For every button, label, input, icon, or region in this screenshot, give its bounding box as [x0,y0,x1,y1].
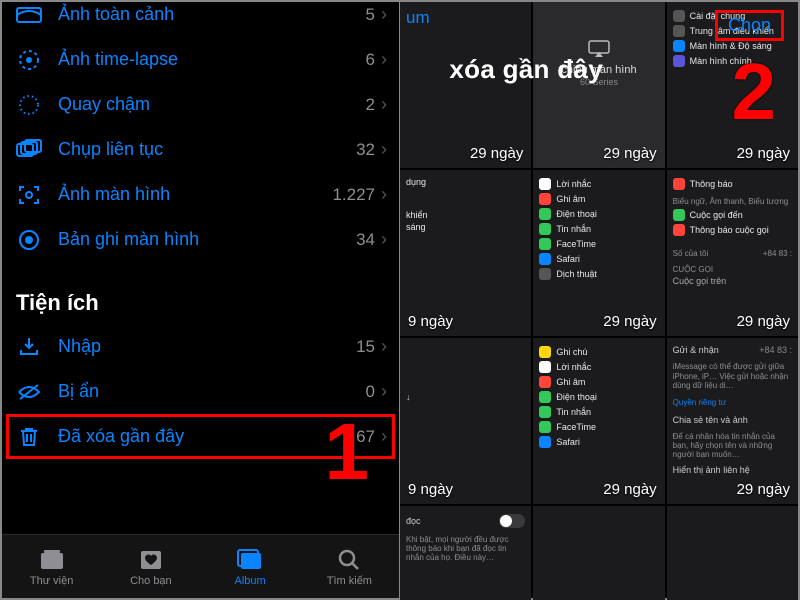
library-icon [39,547,65,573]
thumb[interactable]: dụng khiển sáng 9 ngày [400,170,531,336]
days-remaining: 29 ngày [603,481,656,498]
utility-count: 15 [356,337,375,357]
mediatype-screenrecord[interactable]: Bản ghi màn hình 34 › [2,217,399,262]
utilities-header: Tiện ích [2,262,399,324]
mediatype-label: Ảnh toàn cảnh [58,4,366,25]
utility-label: Nhập [58,336,356,357]
page-title: Đã xóa gần đây [408,54,603,85]
thumb[interactable]: Gửi & nhận+84 83 : iMessage có thể được … [667,338,798,504]
chevron-right-icon: › [381,229,387,250]
thumb[interactable]: ↓ 9 ngày [400,338,531,504]
tab-album[interactable]: Album [201,535,300,598]
tab-label: Thư viện [30,575,73,587]
tab-search[interactable]: Tìm kiếm [300,535,399,598]
search-icon [338,547,360,573]
hidden-icon [14,382,44,402]
tab-label: Cho bạn [130,575,172,587]
burst-icon [14,139,44,161]
mediatype-burst[interactable]: Chụp liên tục 32 › [2,127,399,172]
days-remaining: 29 ngày [737,313,790,330]
tab-foryou[interactable]: Cho bạn [101,535,200,598]
days-remaining: 29 ngày [737,481,790,498]
bottom-tabbar: Thư viện Cho bạn Album Tìm kiếm [2,534,399,598]
tab-label: Tìm kiếm [327,575,372,587]
foryou-icon [139,547,163,573]
mediatype-slomo[interactable]: Quay chậm 2 › [2,82,399,127]
mediatype-label: Bản ghi màn hình [58,229,356,250]
slomo-icon [14,93,44,117]
timelapse-icon [14,48,44,72]
days-remaining: 29 ngày [470,145,523,162]
mediatype-count: 1.227 [332,185,375,205]
screenrecord-icon [14,228,44,252]
days-remaining: 9 ngày [408,313,453,330]
chevron-right-icon: › [381,184,387,205]
mediatype-count: 32 [356,140,375,160]
days-remaining: 29 ngày [603,313,656,330]
thumb[interactable]: Ghi chú Lời nhắc Ghi âm Điện thoại Tin n… [533,338,664,504]
chevron-right-icon: › [381,139,387,160]
utility-import[interactable]: Nhập 15 › [2,324,399,369]
chevron-right-icon: › [381,4,387,25]
thumb[interactable] [667,506,798,600]
utility-label: Bị ẩn [58,381,366,402]
chevron-right-icon: › [381,49,387,70]
nav-header: Chọn [400,2,798,48]
days-remaining: 29 ngày [603,145,656,162]
step-number-2: 2 [732,46,777,138]
chevron-right-icon: › [381,381,387,402]
tab-label: Album [235,575,266,587]
mediatype-count: 2 [366,95,375,115]
mediatype-count: 34 [356,230,375,250]
mediatype-timelapse[interactable]: Ảnh time-lapse 6 › [2,37,399,82]
thumb[interactable]: đọc Khi bật, mọi người đều được thông bá… [400,506,531,600]
thumb[interactable]: Thông báo Biểu ngữ, Âm thanh, Biểu tượng… [667,170,798,336]
albums-screen: Ảnh toàn cảnh 5 › Ảnh time-lapse 6 › Qua… [2,2,400,598]
mediatype-count: 5 [366,5,375,25]
mediatype-panorama[interactable]: Ảnh toàn cảnh 5 › [2,0,399,37]
utility-count: 0 [366,382,375,402]
import-icon [14,336,44,358]
mediatype-label: Chụp liên tục [58,139,356,160]
chevron-right-icon: › [381,336,387,357]
toggle-off-icon [499,514,525,528]
thumb[interactable] [533,506,664,600]
chevron-right-icon: › [381,94,387,115]
days-remaining: 29 ngày [737,145,790,162]
mediatype-label: Ảnh time-lapse [58,49,366,70]
step-number-1: 1 [325,406,370,498]
album-icon [237,547,263,573]
thumb[interactable]: Lời nhắc Ghi âm Điện thoại Tin nhắn Face… [533,170,664,336]
tab-library[interactable]: Thư viện [2,535,101,598]
screenshot-icon [14,183,44,207]
select-button[interactable]: Chọn [715,10,784,41]
recently-deleted-screen: um 29 ngày chiếu màn hình 60 Series 29 n… [400,2,798,598]
days-remaining: 9 ngày [408,481,453,498]
panorama-icon [14,5,44,25]
mediatype-label: Quay chậm [58,94,366,115]
mediatype-label: Ảnh màn hình [58,184,332,205]
mediatype-screenshot[interactable]: Ảnh màn hình 1.227 › [2,172,399,217]
mediatype-count: 6 [366,50,375,70]
